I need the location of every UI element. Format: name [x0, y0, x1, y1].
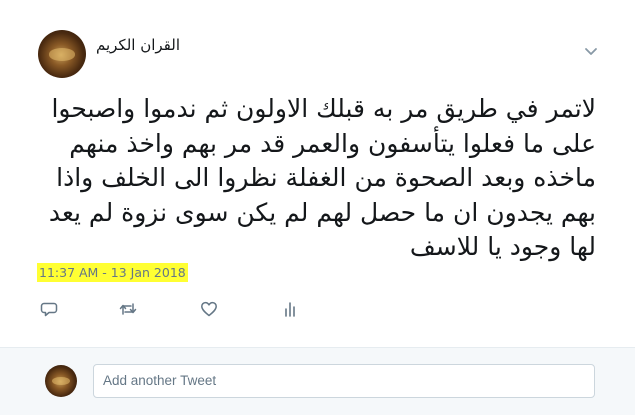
user-avatar	[45, 365, 77, 397]
compose-area: Add another Tweet	[0, 347, 635, 415]
heart-icon[interactable]	[200, 300, 218, 318]
analytics-icon[interactable]	[281, 300, 299, 318]
author-avatar[interactable]	[38, 30, 86, 78]
chevron-down-icon[interactable]	[584, 47, 598, 57]
reply-icon[interactable]	[40, 300, 58, 318]
author-name[interactable]: القران الكريم	[96, 36, 180, 54]
add-tweet-input[interactable]: Add another Tweet	[93, 364, 595, 398]
tweet-timestamp[interactable]: 11:37 AM - 13 Jan 2018	[37, 263, 188, 282]
tweet-text: لاتمر في طريق مر به قبلك الاولون ثم ندمو…	[48, 94, 596, 261]
retweet-icon[interactable]	[119, 300, 137, 318]
